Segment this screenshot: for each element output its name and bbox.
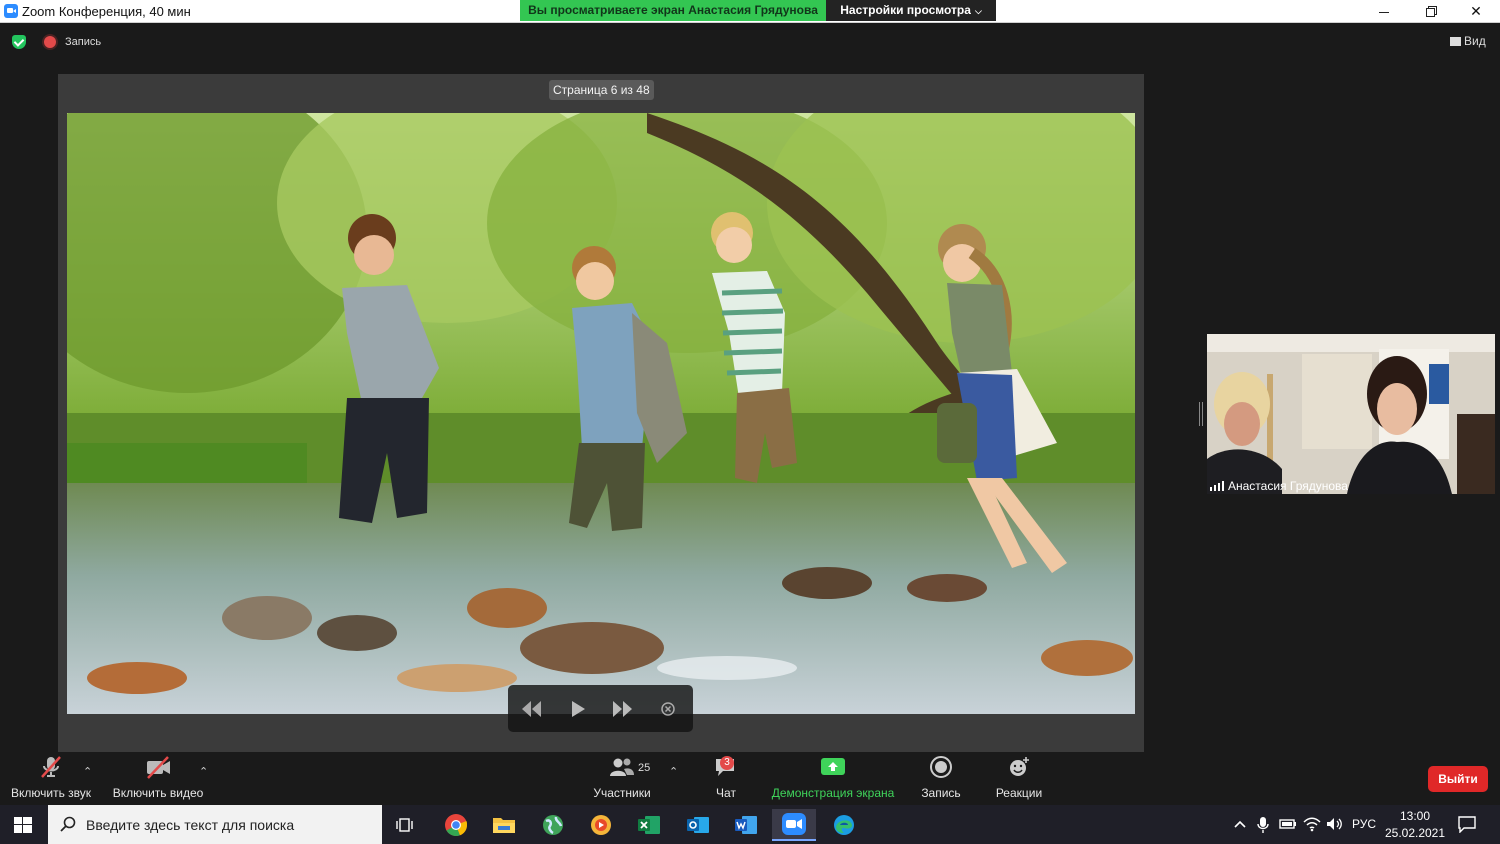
reactions-button[interactable]: Реакции bbox=[992, 752, 1046, 805]
gallery-view-icon bbox=[1450, 37, 1461, 46]
fast-forward-icon[interactable] bbox=[610, 698, 634, 720]
chat-label: Чат bbox=[716, 786, 736, 800]
sharing-banner: Вы просматриваете экран Анастасия Грядун… bbox=[520, 0, 826, 21]
windows-start-icon[interactable] bbox=[14, 817, 32, 833]
chrome-icon bbox=[445, 814, 468, 837]
participants-options-caret-icon[interactable]: ⌃ bbox=[669, 765, 678, 778]
signal-strength-icon bbox=[1210, 481, 1224, 491]
record-button[interactable]: Запись bbox=[916, 752, 966, 805]
shared-slide-photo bbox=[67, 113, 1135, 714]
task-view-icon bbox=[396, 818, 413, 832]
media-player-icon bbox=[591, 815, 611, 835]
windows-taskbar: Введите здесь текст для поиска РУС 13:00… bbox=[0, 805, 1500, 844]
zoom-window: Zoom Конференция, 40 мин Вы просматривае… bbox=[0, 0, 1500, 844]
view-settings-button[interactable]: Настройки просмотра ⌵ bbox=[826, 0, 996, 21]
excel-app[interactable] bbox=[627, 809, 671, 841]
participants-icon bbox=[610, 758, 634, 776]
taskbar-search-box[interactable]: Введите здесь текст для поиска bbox=[48, 805, 382, 844]
clock-date: 25.02.2021 bbox=[1384, 826, 1446, 840]
excel-icon bbox=[638, 816, 660, 834]
media-app[interactable] bbox=[579, 809, 623, 841]
edge-icon bbox=[834, 815, 854, 835]
view-button[interactable]: Вид bbox=[1450, 34, 1486, 48]
chrome-app[interactable] bbox=[434, 809, 478, 841]
notifications-icon[interactable] bbox=[1458, 815, 1476, 833]
recording-label: Запись bbox=[65, 36, 102, 48]
tray-overflow-chevron-icon[interactable] bbox=[1233, 819, 1247, 829]
globe-icon bbox=[543, 815, 563, 835]
video-options-caret-icon[interactable]: ⌃ bbox=[199, 765, 208, 778]
close-icon: ✕ bbox=[1470, 3, 1482, 19]
zoom-app[interactable] bbox=[772, 809, 816, 841]
share-screen-icon bbox=[821, 758, 845, 775]
search-placeholder: Введите здесь текст для поиска bbox=[86, 817, 295, 833]
video-off-icon bbox=[147, 756, 170, 779]
kids-crossing-stream-image bbox=[67, 113, 1135, 714]
zoom-app-icon bbox=[782, 813, 806, 835]
participants-count: 25 bbox=[638, 762, 651, 774]
slide-controls bbox=[508, 685, 693, 732]
word-icon bbox=[735, 816, 757, 834]
security-shield-icon[interactable] bbox=[12, 35, 26, 49]
participant-video[interactable] bbox=[1207, 334, 1495, 494]
record-label: Запись bbox=[921, 786, 961, 800]
view-settings-label: Настройки просмотра bbox=[840, 3, 971, 17]
participant-name-tag: Анастасия Грядунова bbox=[1210, 479, 1348, 493]
rewind-icon[interactable] bbox=[520, 698, 544, 720]
search-icon bbox=[60, 816, 76, 832]
close-button[interactable]: ✕ bbox=[1453, 0, 1499, 22]
reactions-icon bbox=[1010, 757, 1029, 776]
maximize-button[interactable] bbox=[1407, 0, 1453, 22]
participants-button[interactable]: Участники bbox=[592, 752, 652, 805]
reactions-label: Реакции bbox=[995, 786, 1043, 800]
participants-label: Участники bbox=[593, 786, 651, 800]
recording-dot-icon bbox=[44, 36, 56, 48]
unmute-label: Включить звук bbox=[10, 786, 92, 800]
play-icon[interactable] bbox=[566, 698, 590, 720]
clock-time: 13:00 bbox=[1399, 809, 1431, 823]
muted-microphone-icon bbox=[41, 756, 61, 778]
leave-meeting-button[interactable]: Выйти bbox=[1428, 766, 1488, 792]
chat-unread-badge: 3 bbox=[720, 756, 734, 770]
unmute-button[interactable]: Включить звук bbox=[10, 752, 92, 805]
file-explorer-app[interactable] bbox=[482, 809, 526, 841]
battery-icon[interactable] bbox=[1279, 819, 1297, 829]
share-screen-button[interactable]: Демонстрация экрана bbox=[770, 752, 896, 805]
restore-icon bbox=[1425, 7, 1435, 17]
minimize-button[interactable] bbox=[1361, 0, 1407, 22]
word-app[interactable] bbox=[724, 809, 768, 841]
minimize-icon bbox=[1379, 11, 1389, 13]
meeting-toolbar: Включить звук ⌃ Включить видео ⌃ Участни… bbox=[0, 752, 1500, 805]
globe-app[interactable] bbox=[531, 809, 575, 841]
start-video-label: Включить видео bbox=[112, 786, 204, 800]
audio-options-caret-icon[interactable]: ⌃ bbox=[83, 765, 92, 778]
zoom-logo-icon bbox=[4, 4, 18, 18]
wifi-icon[interactable] bbox=[1303, 816, 1321, 832]
folder-icon bbox=[493, 818, 515, 833]
share-screen-label: Демонстрация экрана bbox=[771, 786, 895, 800]
close-slideshow-icon[interactable] bbox=[656, 698, 680, 720]
taskbar-clock[interactable]: 13:00 25.02.2021 bbox=[1384, 808, 1446, 842]
participant-name: Анастасия Грядунова bbox=[1228, 479, 1348, 493]
chat-button[interactable]: 3 Чат bbox=[706, 752, 746, 805]
view-label: Вид bbox=[1464, 34, 1486, 48]
record-icon bbox=[930, 756, 952, 778]
page-indicator: Страница 6 из 48 bbox=[549, 80, 654, 100]
task-view-button[interactable] bbox=[384, 809, 428, 841]
outlook-app[interactable] bbox=[676, 809, 720, 841]
start-video-button[interactable]: Включить видео bbox=[112, 752, 204, 805]
participant-video-frame bbox=[1207, 334, 1495, 494]
panel-resize-handle[interactable] bbox=[1199, 402, 1203, 426]
window-title: Zoom Конференция, 40 мин bbox=[22, 4, 191, 19]
input-language[interactable]: РУС bbox=[1352, 817, 1376, 831]
edge-app[interactable] bbox=[822, 809, 866, 841]
chevron-down-icon: ⌵ bbox=[974, 6, 982, 16]
volume-icon[interactable] bbox=[1326, 817, 1344, 831]
outlook-icon bbox=[687, 817, 709, 833]
tray-microphone-icon[interactable] bbox=[1257, 816, 1269, 834]
title-bar: Zoom Конференция, 40 мин Вы просматривае… bbox=[0, 0, 1500, 23]
